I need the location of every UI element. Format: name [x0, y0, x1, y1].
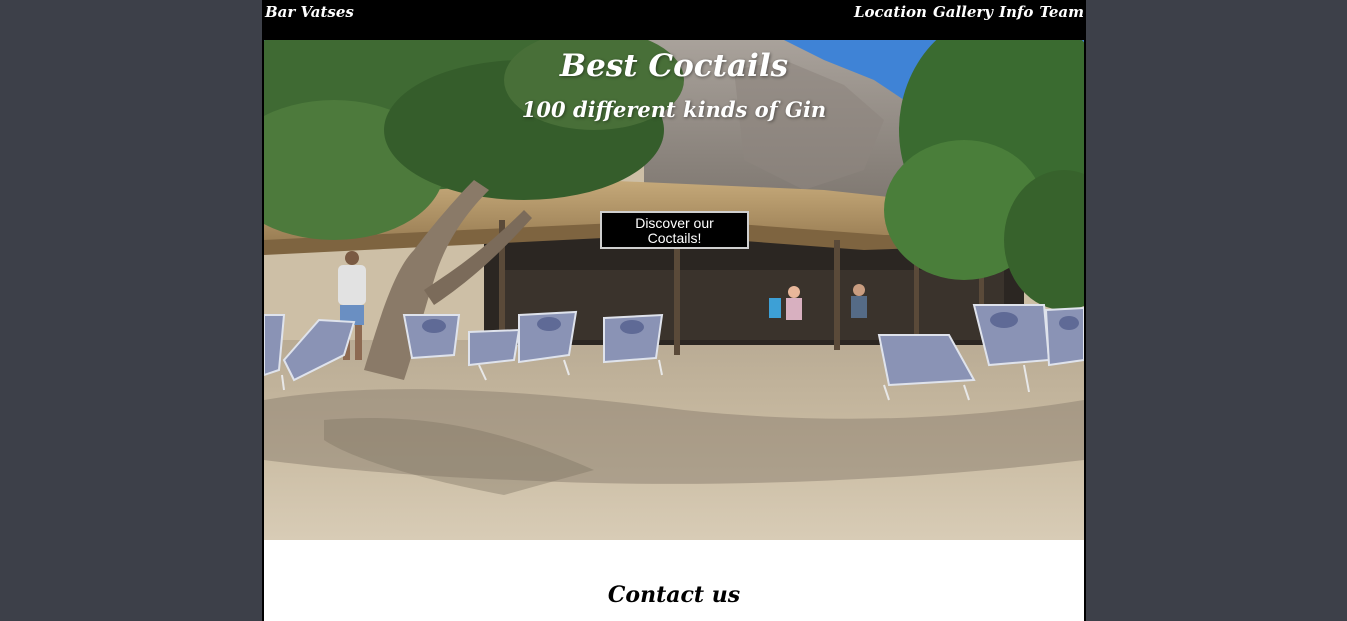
page-container: Bar Vatses Location Gallery Info Team Be…: [262, 0, 1086, 621]
brand-link[interactable]: Bar Vatses: [265, 3, 354, 21]
nav-link-gallery[interactable]: Gallery: [933, 3, 993, 21]
hero-subtitle: 100 different kinds of Gin: [521, 97, 827, 122]
hero-section: Best Coctails 100 different kinds of Gin…: [264, 40, 1084, 540]
nav-links: Location Gallery Info Team: [854, 3, 1084, 21]
nav-link-team[interactable]: Team: [1039, 3, 1084, 21]
nav-link-info[interactable]: Info: [999, 3, 1033, 21]
contact-heading: Contact us: [607, 582, 741, 608]
hero-title: Best Coctails: [559, 48, 789, 84]
nav-link-location[interactable]: Location: [854, 3, 927, 21]
top-navbar: Bar Vatses Location Gallery Info Team: [264, 0, 1084, 40]
discover-coctails-button[interactable]: Discover our Coctails!: [600, 211, 749, 249]
